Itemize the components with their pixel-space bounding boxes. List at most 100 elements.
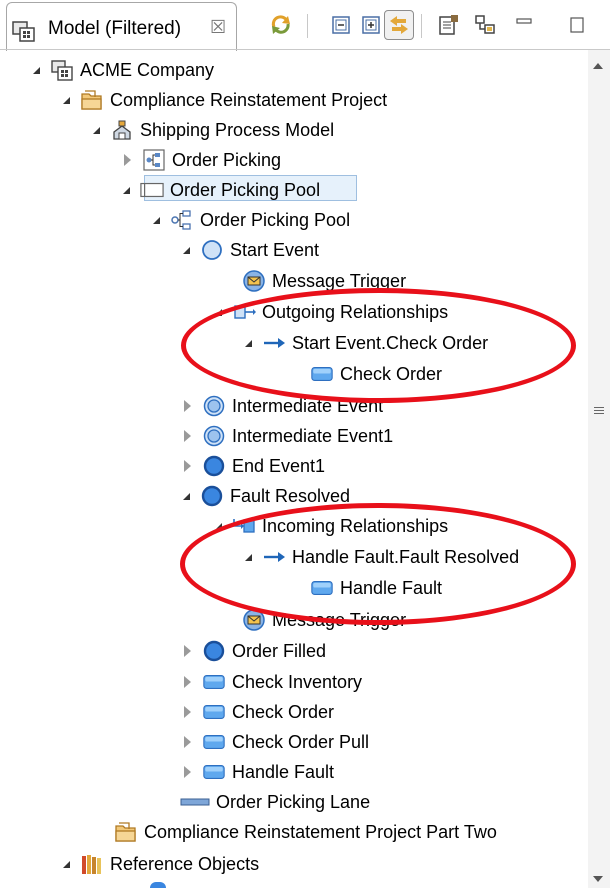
- task-icon: [202, 760, 226, 784]
- tree-item-message-trigger-2[interactable]: Message Trigger: [230, 606, 406, 634]
- model-icon: [50, 58, 74, 82]
- relationship-arrow-icon: [262, 545, 286, 569]
- tree-item-label: ACME Company: [80, 59, 215, 80]
- project-folder-icon: [80, 88, 104, 112]
- model-view-icon: [11, 18, 37, 44]
- tree-item-handle-fault[interactable]: Handle Fault: [180, 758, 334, 786]
- tree-item-check-order-target[interactable]: Check Order: [310, 360, 442, 388]
- tree-item-incoming-relationships[interactable]: Incoming Relationships: [212, 512, 448, 540]
- close-icon[interactable]: ☒: [210, 17, 226, 38]
- tree-item-order-picking-lane[interactable]: Order Picking Lane: [180, 788, 370, 816]
- collapse-all-icon[interactable]: [326, 10, 356, 40]
- expand-toggle[interactable]: [33, 66, 40, 74]
- collapse-toggle[interactable]: [184, 430, 191, 442]
- tree-item-handle-fault-fault-resolved[interactable]: Handle Fault.Fault Resolved: [242, 543, 519, 571]
- model-tree[interactable]: ACME Company Compliance Reinstatement Pr…: [0, 50, 588, 888]
- lane-icon: [180, 790, 210, 814]
- tree-item-check-order-pull[interactable]: Check Order Pull: [180, 728, 369, 756]
- end-event-icon: [202, 454, 226, 478]
- expand-toggle[interactable]: [183, 246, 190, 254]
- tree-item-shipping-process-model[interactable]: Shipping Process Model: [90, 116, 334, 144]
- tree-item-label: Handle Fault: [232, 761, 335, 782]
- tree-item-start-event-check-order[interactable]: Start Event.Check Order: [242, 329, 488, 357]
- tree-item-label: Message Trigger: [272, 270, 407, 291]
- tree-item-end-event1[interactable]: End Event1: [180, 452, 325, 480]
- tree-item-label: Message Trigger: [272, 609, 407, 630]
- scroll-grip-icon[interactable]: [594, 407, 604, 416]
- process-icon: [170, 208, 194, 232]
- tree-item-intermediate-event1[interactable]: Intermediate Event1: [180, 422, 393, 450]
- tree-item-acme-company[interactable]: ACME Company: [30, 56, 214, 84]
- toolbar-separator: [421, 14, 422, 38]
- outgoing-relationships-icon: [232, 300, 256, 324]
- expand-toggle[interactable]: [63, 860, 70, 868]
- tree-item-check-order[interactable]: Check Order: [180, 698, 334, 726]
- expand-toggle[interactable]: [215, 522, 222, 530]
- minimize-icon[interactable]: [509, 10, 539, 40]
- collapse-toggle[interactable]: [184, 766, 191, 778]
- collapse-toggle[interactable]: [184, 736, 191, 748]
- vertical-scrollbar[interactable]: [588, 50, 610, 888]
- tree-item-label: Order Picking Pool: [200, 209, 351, 230]
- collapse-toggle[interactable]: [184, 676, 191, 688]
- tree-item-label: Order Picking Pool: [170, 179, 321, 200]
- expand-toggle[interactable]: [245, 553, 252, 561]
- tree-item-label: Start Event: [230, 239, 320, 260]
- tree-item-order-picking-pool-process[interactable]: Order Picking Pool: [150, 206, 350, 234]
- tree-item-message-trigger[interactable]: Message Trigger: [230, 267, 406, 295]
- tree-item-label: Compliance Reinstatement Project: [110, 89, 388, 110]
- start-event-icon: [200, 238, 224, 262]
- relationship-arrow-icon: [262, 331, 286, 355]
- expand-toggle[interactable]: [153, 216, 160, 224]
- tree-item-order-filled[interactable]: Order Filled: [180, 637, 326, 665]
- collapse-toggle[interactable]: [184, 400, 191, 412]
- tree-item-label: Reference Objects: [110, 853, 260, 874]
- expand-toggle[interactable]: [123, 186, 130, 194]
- view-tab[interactable]: Model (Filtered) ☒: [6, 2, 237, 51]
- tree-item-label: Compliance Reinstatement Project Part Tw…: [144, 821, 497, 842]
- collapse-toggle[interactable]: [184, 460, 191, 472]
- scroll-down-icon[interactable]: [593, 876, 603, 882]
- partial-item-icon: [150, 882, 166, 888]
- diagram-icon: [142, 148, 166, 172]
- end-event-icon: [202, 639, 226, 663]
- tree-item-label: Start Event.Check Order: [292, 332, 489, 353]
- expand-all-icon[interactable]: [356, 10, 386, 40]
- tree-item-order-picking[interactable]: Order Picking: [120, 146, 281, 174]
- expand-toggle[interactable]: [245, 339, 252, 347]
- collapse-toggle[interactable]: [184, 645, 191, 657]
- expand-toggle[interactable]: [183, 492, 190, 500]
- tree-item-project[interactable]: Compliance Reinstatement Project: [60, 86, 387, 114]
- expand-toggle[interactable]: [93, 126, 100, 134]
- collapse-toggle[interactable]: [124, 154, 131, 166]
- tree-item-label: Order Picking: [172, 149, 282, 170]
- expand-toggle[interactable]: [63, 96, 70, 104]
- tree-item-label: Order Picking Lane: [216, 791, 371, 812]
- intermediate-event-icon: [202, 424, 226, 448]
- scroll-up-icon[interactable]: [593, 63, 603, 69]
- task-icon: [310, 362, 334, 386]
- task-icon: [310, 576, 334, 600]
- filters-icon[interactable]: [470, 10, 500, 40]
- task-icon: [202, 730, 226, 754]
- properties-icon[interactable]: [434, 10, 464, 40]
- pool-icon: [140, 178, 164, 202]
- tree-item-handle-fault-source[interactable]: Handle Fault: [310, 574, 442, 602]
- tree-item-reference-objects[interactable]: Reference Objects: [60, 850, 259, 878]
- expand-toggle[interactable]: [215, 308, 222, 316]
- end-event-icon: [200, 484, 224, 508]
- tree-item-start-event[interactable]: Start Event: [180, 236, 319, 264]
- project-folder-icon: [114, 820, 138, 844]
- collapse-toggle[interactable]: [184, 706, 191, 718]
- tree-item-label: Shipping Process Model: [140, 119, 335, 140]
- tree-item-label: Handle Fault.Fault Resolved: [292, 546, 520, 567]
- tree-item-outgoing-relationships[interactable]: Outgoing Relationships: [212, 298, 448, 326]
- tree-item-order-picking-pool[interactable]: Order Picking Pool: [120, 176, 320, 204]
- tree-item-check-inventory[interactable]: Check Inventory: [180, 668, 362, 696]
- link-with-editor-icon[interactable]: [384, 10, 414, 40]
- tree-item-intermediate-event[interactable]: Intermediate Event: [180, 392, 383, 420]
- maximize-icon[interactable]: [562, 10, 592, 40]
- tree-item-project-part-two[interactable]: Compliance Reinstatement Project Part Tw…: [114, 818, 497, 846]
- sync-icon[interactable]: [266, 10, 296, 40]
- tree-item-fault-resolved[interactable]: Fault Resolved: [180, 482, 350, 510]
